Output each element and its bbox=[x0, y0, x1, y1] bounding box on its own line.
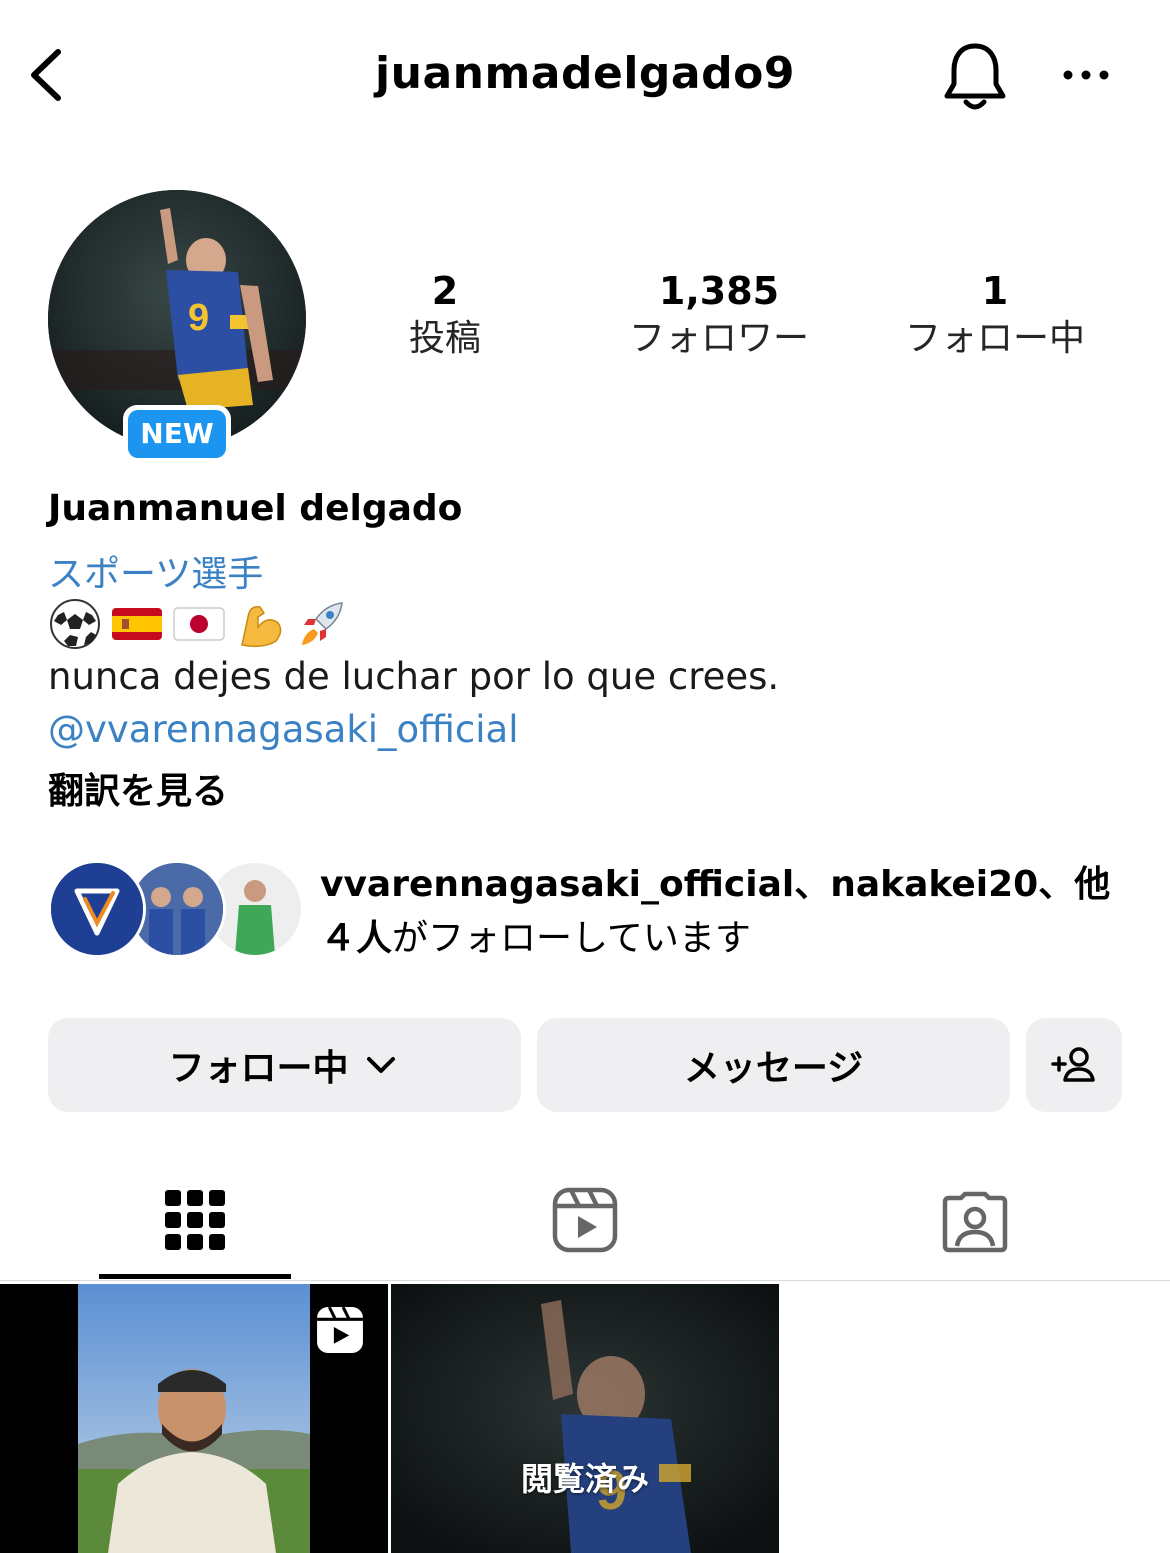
tagged-person-icon bbox=[942, 1191, 1008, 1253]
see-translation-link[interactable]: 翻訳を見る bbox=[48, 762, 228, 814]
suggested-users-button[interactable] bbox=[1026, 1018, 1122, 1112]
profile-category: スポーツ選手 bbox=[48, 554, 264, 595]
mutual-avatar-1 bbox=[48, 860, 146, 958]
bell-icon bbox=[944, 43, 1006, 110]
followers-count-value: 1,385 bbox=[658, 269, 780, 313]
notifications-button[interactable] bbox=[940, 38, 1010, 113]
bio-emoji-row bbox=[48, 598, 350, 650]
following-count-label: フォロー中 bbox=[904, 318, 1085, 359]
following-count[interactable]: 1 フォロー中 bbox=[892, 268, 1098, 362]
new-badge-label: NEW bbox=[128, 410, 226, 458]
followed-by-suffix: がフォローしています bbox=[392, 918, 751, 959]
bio-mention-link[interactable]: @vvarennagasaki_official bbox=[48, 708, 519, 751]
flexed-biceps-icon bbox=[241, 605, 282, 648]
more-options-button[interactable] bbox=[1058, 55, 1118, 95]
grid-icon bbox=[165, 1190, 225, 1250]
message-button-label: メッセージ bbox=[683, 1048, 864, 1089]
profile-bio-text: nunca dejes de luchar por lo que crees. bbox=[48, 655, 780, 698]
posts-count[interactable]: 2 投稿 bbox=[380, 268, 510, 362]
new-story-badge: NEW bbox=[123, 405, 231, 463]
japan-flag-icon bbox=[173, 607, 225, 641]
reels-icon bbox=[317, 1306, 363, 1353]
more-horizontal-icon bbox=[1063, 70, 1109, 80]
followed-by-text[interactable]: vvarennagasaki_official、nakakei20、他 ４人がフ… bbox=[320, 858, 1140, 966]
tab-posts-grid[interactable] bbox=[0, 1160, 390, 1280]
posts-count-value: 2 bbox=[431, 269, 459, 313]
chevron-down-icon bbox=[366, 1057, 395, 1073]
posts-count-label: 投稿 bbox=[408, 318, 481, 359]
followers-count[interactable]: 1,385 フォロワー bbox=[612, 268, 826, 362]
svg-text:9: 9 bbox=[188, 297, 209, 339]
active-tab-indicator bbox=[99, 1274, 291, 1279]
add-person-icon bbox=[1051, 1047, 1095, 1082]
profile-display-name: Juanmanuel delgado bbox=[48, 488, 463, 529]
soccer-ball-icon bbox=[50, 599, 100, 649]
following-button-label: フォロー中 bbox=[168, 1048, 349, 1089]
message-button[interactable]: メッセージ bbox=[537, 1018, 1010, 1112]
mutual-followers-avatars[interactable] bbox=[48, 860, 304, 960]
reels-icon bbox=[552, 1187, 618, 1253]
post-thumbnail-reel[interactable] bbox=[0, 1284, 388, 1553]
seen-overlay-label: 閲覧済み bbox=[520, 1460, 649, 1498]
tab-reels[interactable] bbox=[390, 1160, 780, 1280]
followed-by-accounts: vvarennagasaki_official、nakakei20、他 bbox=[320, 864, 1111, 905]
followers-count-label: フォロワー bbox=[628, 318, 809, 359]
tab-tagged[interactable] bbox=[780, 1160, 1170, 1280]
spain-flag-icon bbox=[112, 608, 162, 640]
top-bar: juanmadelgado9 bbox=[0, 0, 1170, 150]
following-dropdown-button[interactable]: フォロー中 bbox=[48, 1018, 521, 1112]
tab-divider bbox=[0, 1280, 1170, 1281]
post-thumbnail-photo[interactable]: 9 閲覧済み bbox=[391, 1284, 779, 1553]
following-count-value: 1 bbox=[981, 269, 1009, 313]
followed-by-count: ４人 bbox=[320, 918, 393, 959]
rocket-icon bbox=[302, 602, 343, 645]
